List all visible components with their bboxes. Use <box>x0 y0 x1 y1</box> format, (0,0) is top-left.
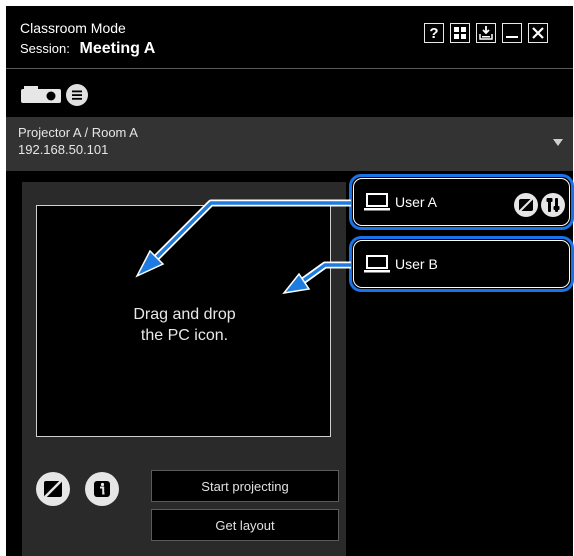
stop-icon <box>44 480 62 498</box>
laptop-icon <box>364 193 390 211</box>
stop-icon <box>519 198 533 212</box>
user-label-b: User B <box>395 256 438 272</box>
header-divider <box>6 68 573 69</box>
list-icon[interactable] <box>66 84 88 106</box>
drop-instruction-line2: the PC icon. <box>140 327 229 344</box>
user-a-stop-button[interactable] <box>514 193 538 217</box>
download-icon <box>479 26 493 40</box>
minimize-icon <box>506 36 518 38</box>
help-icon: ? <box>429 24 439 42</box>
stop-projecting-button[interactable] <box>36 472 70 506</box>
close-button[interactable] <box>528 23 548 43</box>
layout-panel: Drag and drop the PC icon. Start project… <box>22 182 346 556</box>
grid-button[interactable] <box>450 23 470 43</box>
projector-select[interactable]: Projector A / Room A 192.168.50.101 <box>6 117 573 171</box>
classroom-window: Classroom Mode Session: Meeting A ? Proj… <box>6 6 574 556</box>
info-icon <box>94 481 110 497</box>
drop-instruction-line1: Drag and drop <box>133 306 236 323</box>
info-button[interactable] <box>85 472 119 506</box>
user-item-a[interactable]: User A <box>349 174 574 230</box>
close-icon <box>532 27 544 39</box>
get-layout-button[interactable]: Get layout <box>151 509 339 541</box>
session-label: Session: <box>20 41 70 56</box>
projector-name: Projector A / Room A <box>18 125 138 140</box>
start-projecting-button[interactable]: Start projecting <box>151 470 339 502</box>
drop-instructions: Drag and drop the PC icon. <box>37 304 332 346</box>
dropdown-arrow-icon <box>553 139 563 146</box>
user-item-b[interactable]: User B <box>349 236 574 292</box>
session-name: Meeting A <box>79 40 156 57</box>
projector-icon[interactable] <box>21 86 61 104</box>
laptop-icon <box>364 255 390 273</box>
minimize-button[interactable] <box>502 23 522 43</box>
session-info: Session: Meeting A <box>20 40 155 58</box>
projector-ip: 192.168.50.101 <box>18 142 109 157</box>
grid-icon <box>454 27 466 39</box>
help-button[interactable]: ? <box>424 23 444 43</box>
download-button[interactable] <box>476 23 496 43</box>
tools-icon <box>546 198 560 212</box>
window-title: Classroom Mode <box>20 20 126 36</box>
list-lines-icon <box>72 90 82 100</box>
user-a-tools-button[interactable] <box>541 193 565 217</box>
user-label-a: User A <box>395 194 438 210</box>
drop-zone[interactable]: Drag and drop the PC icon. <box>36 205 331 437</box>
